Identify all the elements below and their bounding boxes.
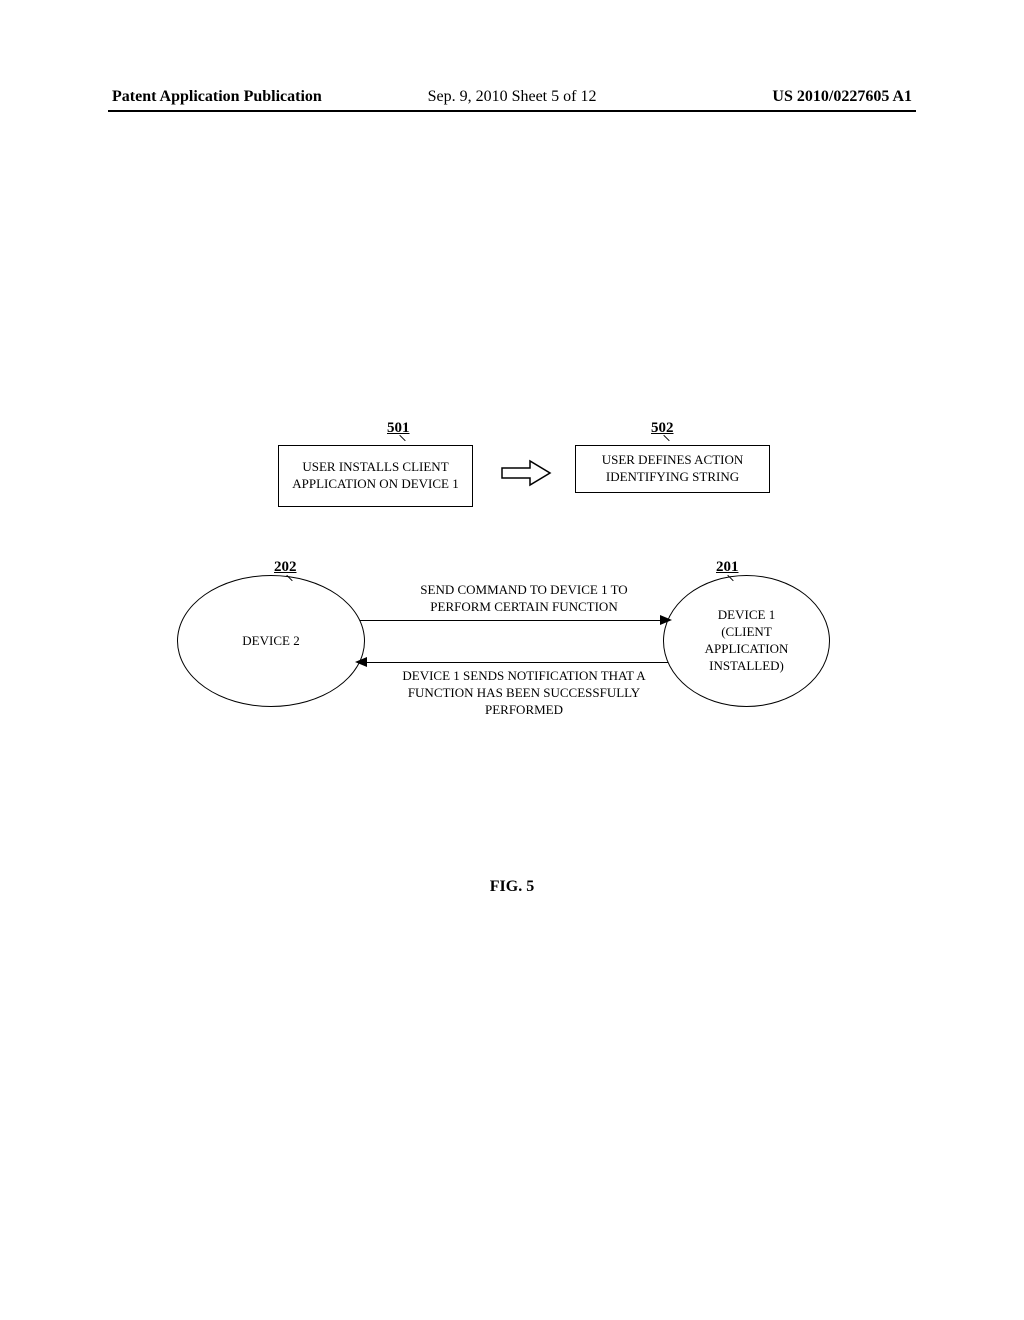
label-202: 202: [274, 559, 297, 576]
message-notification: DEVICE 1 SENDS NOTIFICATION THAT A FUNCT…: [398, 668, 650, 719]
device-1-line1: DEVICE 1: [718, 607, 775, 624]
label-501: 501: [387, 420, 410, 437]
header-rule: [108, 110, 916, 112]
arrow-top-line: [360, 620, 668, 621]
box-install-client: USER INSTALLS CLIENT APPLICATION ON DEVI…: [278, 445, 473, 507]
box-502-text: USER DEFINES ACTION IDENTIFYING STRING: [584, 452, 761, 486]
page-header: Patent Application Publication Sep. 9, 2…: [0, 88, 1024, 106]
header-left: Patent Application Publication: [112, 88, 322, 106]
box-define-action: USER DEFINES ACTION IDENTIFYING STRING: [575, 445, 770, 493]
arrowhead-left-icon: [355, 657, 367, 667]
ellipse-device-2: DEVICE 2: [177, 575, 365, 707]
message-send-command: SEND COMMAND TO DEVICE 1 TO PERFORM CERT…: [398, 582, 650, 616]
device-1-line2: (CLIENT: [721, 624, 772, 641]
arrow-bottom-line: [360, 662, 668, 663]
device-1-line3: APPLICATION: [705, 641, 789, 658]
figure-label: FIG. 5: [0, 878, 1024, 896]
label-201: 201: [716, 559, 739, 576]
device-2-text: DEVICE 2: [242, 633, 299, 650]
header-center: Sep. 9, 2010 Sheet 5 of 12: [428, 88, 597, 106]
ellipse-device-1: DEVICE 1 (CLIENT APPLICATION INSTALLED): [663, 575, 830, 707]
box-501-text: USER INSTALLS CLIENT APPLICATION ON DEVI…: [287, 459, 464, 493]
device-1-line4: INSTALLED): [709, 658, 784, 675]
label-502: 502: [651, 420, 674, 437]
block-arrow-icon: [500, 458, 555, 493]
header-right: US 2010/0227605 A1: [772, 88, 912, 106]
arrowhead-right-icon: [660, 615, 672, 625]
